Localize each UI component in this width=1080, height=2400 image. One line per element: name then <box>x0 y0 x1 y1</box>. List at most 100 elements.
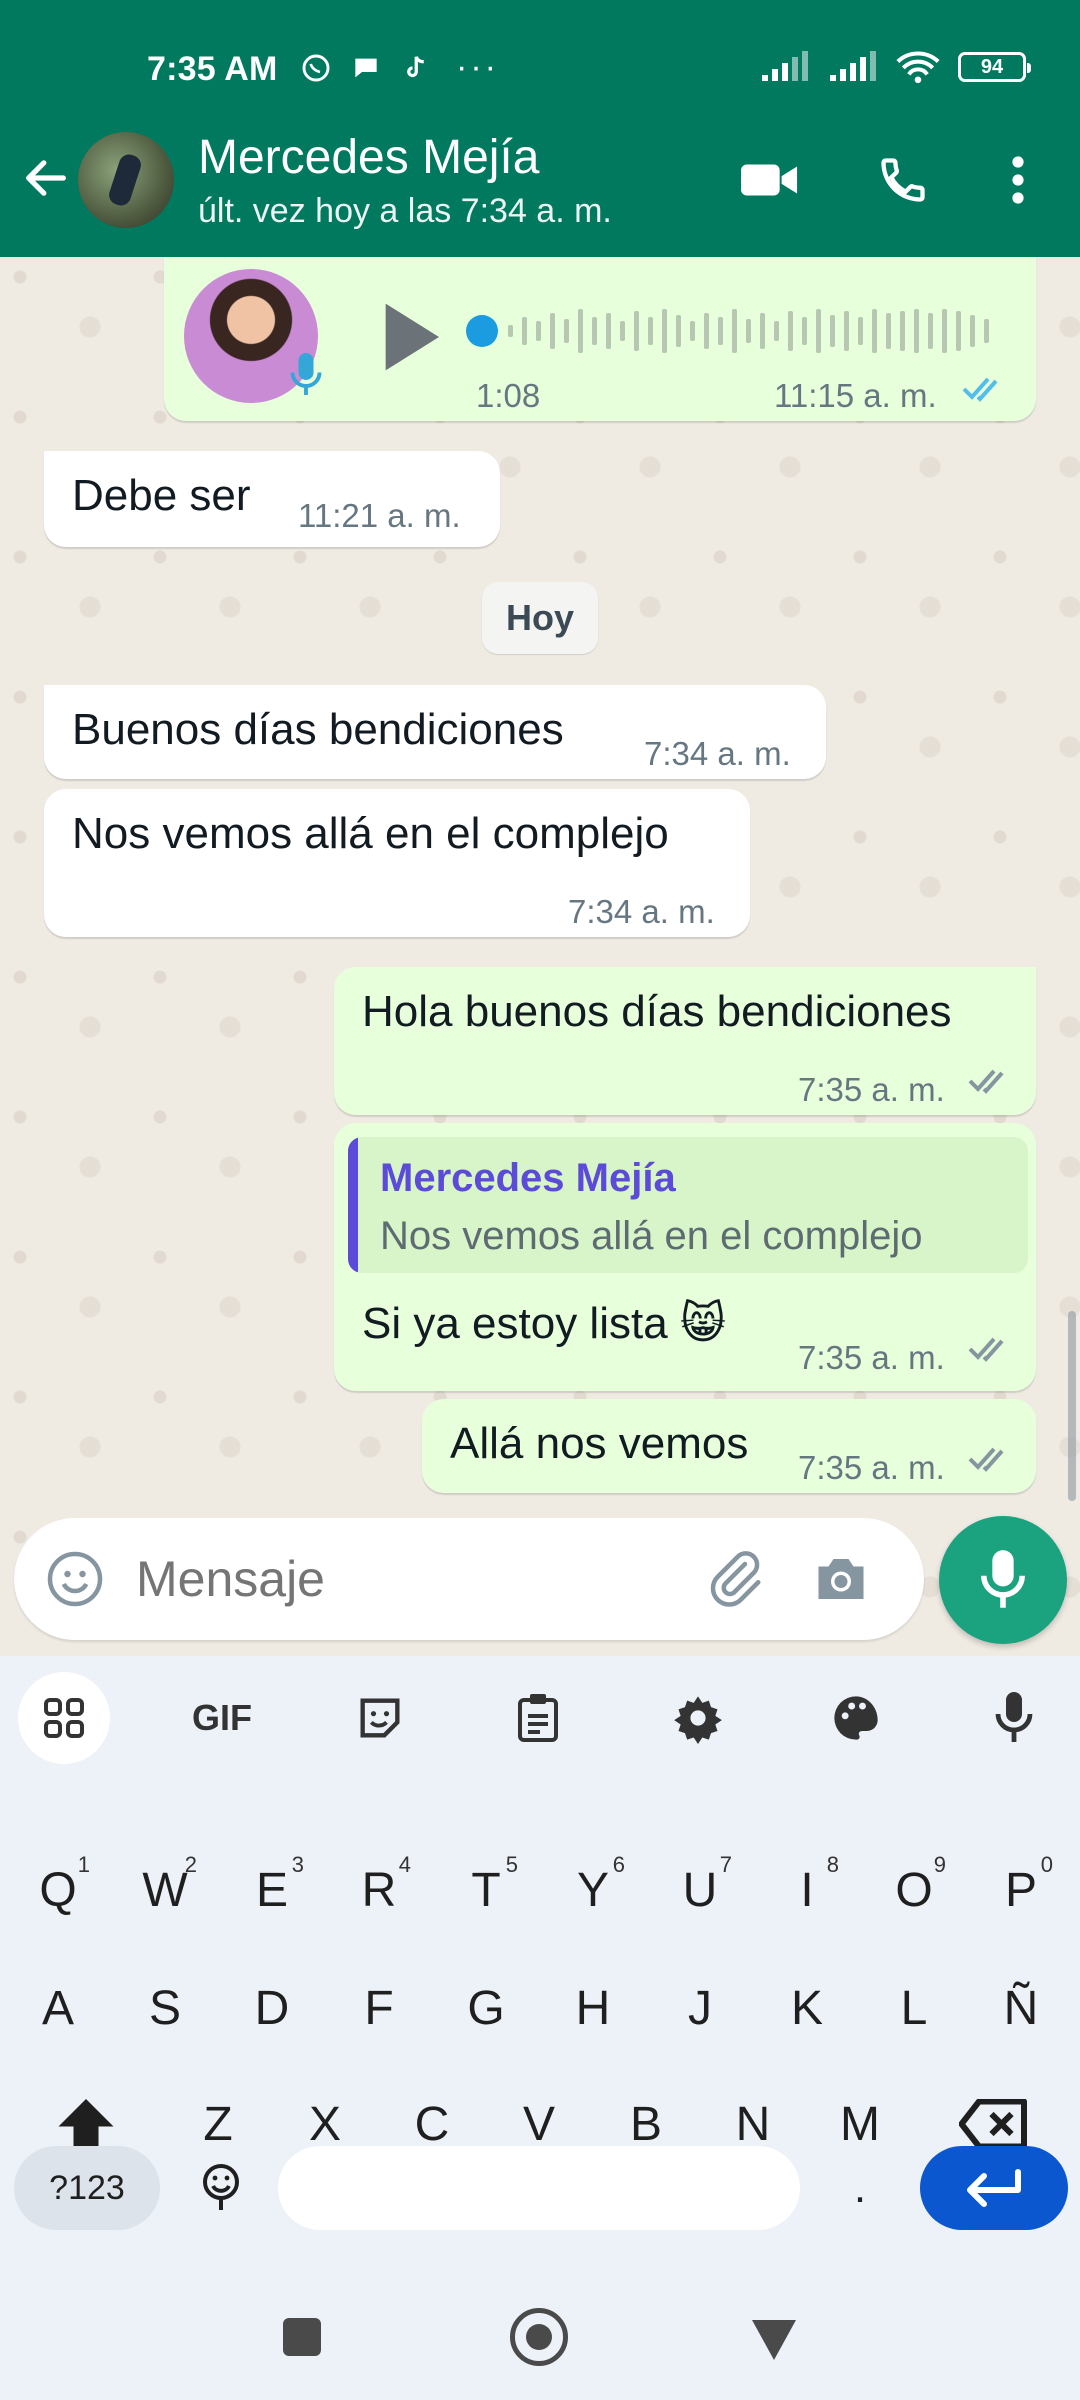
scrollbar[interactable] <box>1068 1311 1076 1501</box>
message-text: Nos vemos allá en el complejo <box>72 809 669 858</box>
key-w[interactable]: W2 <box>115 1840 215 1940</box>
key-d[interactable]: D <box>222 1958 322 2058</box>
key-hint: 4 <box>398 1852 411 1877</box>
sticker-icon[interactable] <box>334 1672 426 1764</box>
mic-icon <box>981 1550 1025 1608</box>
settings-gear-icon[interactable] <box>652 1672 744 1764</box>
key-i[interactable]: I8 <box>757 1840 857 1940</box>
audio-waveform[interactable] <box>464 303 1004 359</box>
chat-header: 7:35 AM ··· 94 Mercedes Mejía últ. vez h… <box>0 0 1080 257</box>
voice-duration: 1:08 <box>476 377 541 414</box>
read-ticks-icon <box>962 377 998 402</box>
key-p[interactable]: P0 <box>971 1840 1071 1940</box>
more-options-icon[interactable] <box>988 150 1048 210</box>
clipboard-icon[interactable] <box>492 1672 584 1764</box>
key-e[interactable]: E3 <box>222 1840 322 1940</box>
key-ñ[interactable]: Ñ <box>971 1958 1071 2058</box>
play-icon[interactable] <box>374 297 444 377</box>
message-list[interactable]: 1:08 11:15 a. m. Debe ser 11:21 a. m. Ho… <box>0 257 1080 1657</box>
quoted-sender: Mercedes Mejía <box>380 1156 676 1200</box>
key-label: L <box>900 1981 928 2035</box>
quote-bar <box>348 1137 358 1273</box>
apps-grid-icon[interactable] <box>18 1672 110 1764</box>
key-j[interactable]: J <box>650 1958 750 2058</box>
message-time: 7:34 a. m. <box>644 735 791 772</box>
outgoing-message[interactable]: Allá nos vemos 7:35 a. m. <box>422 1399 1036 1493</box>
signal-2-icon <box>830 51 876 81</box>
key-hint: 9 <box>933 1852 946 1877</box>
voice-call-icon[interactable] <box>873 150 933 210</box>
space-key[interactable] <box>278 2146 800 2230</box>
key-s[interactable]: S <box>115 1958 215 2058</box>
voice-message-bubble[interactable]: 1:08 11:15 a. m. <box>164 257 1036 421</box>
contact-name[interactable]: Mercedes Mejía <box>198 130 539 185</box>
key-q[interactable]: Q1 <box>8 1840 108 1940</box>
key-hint: 6 <box>612 1852 625 1877</box>
key-label: U <box>682 1863 718 1917</box>
key-label: J <box>688 1981 712 2035</box>
last-seen-status[interactable]: últ. vez hoy a las 7:34 a. m. <box>198 192 612 231</box>
status-time: 7:35 AM <box>147 50 278 88</box>
key-f[interactable]: F <box>329 1958 429 2058</box>
message-text: Si ya estoy lista 😸 <box>362 1299 726 1348</box>
message-composer[interactable] <box>14 1518 924 1640</box>
outgoing-message[interactable]: Hola buenos días bendiciones 7:35 a. m. <box>334 967 1036 1115</box>
incoming-message[interactable]: Nos vemos allá en el complejo 7:34 a. m. <box>44 789 750 937</box>
outgoing-reply-message[interactable]: Mercedes Mejía Nos vemos allá en el comp… <box>334 1123 1036 1391</box>
quoted-message[interactable]: Mercedes Mejía Nos vemos allá en el comp… <box>348 1137 1028 1273</box>
whatsapp-notification-icon <box>302 54 330 81</box>
key-r[interactable]: R4 <box>329 1840 429 1940</box>
message-time: 11:21 a. m. <box>298 497 461 534</box>
period-key[interactable]: . <box>820 2146 900 2230</box>
incoming-message[interactable]: Buenos días bendiciones 7:34 a. m. <box>44 685 826 779</box>
record-voice-button[interactable] <box>939 1516 1067 1644</box>
key-label: B <box>629 2097 662 2151</box>
key-a[interactable]: A <box>8 1958 108 2058</box>
key-label: F <box>364 1981 394 2035</box>
key-label: H <box>575 1981 611 2035</box>
camera-icon[interactable] <box>810 1548 872 1610</box>
notification-icons: ··· <box>300 48 499 87</box>
key-o[interactable]: O9 <box>864 1840 964 1940</box>
message-time: 11:15 a. m. <box>774 377 937 414</box>
delivered-ticks-icon <box>968 1337 1004 1362</box>
emoji-icon[interactable] <box>44 1548 106 1610</box>
emoji-key-icon[interactable] <box>184 2146 258 2230</box>
key-hint: 5 <box>505 1852 518 1877</box>
key-g[interactable]: G <box>436 1958 536 2058</box>
key-label: D <box>254 1981 290 2035</box>
delivered-ticks-icon <box>968 1447 1004 1472</box>
message-text: Buenos días bendiciones <box>72 705 564 754</box>
key-y[interactable]: Y6 <box>543 1840 643 1940</box>
chat-bubble-notification-icon <box>355 58 377 77</box>
video-call-icon[interactable] <box>740 150 800 210</box>
key-l[interactable]: L <box>864 1958 964 2058</box>
key-hint: 7 <box>719 1852 732 1877</box>
symbols-key[interactable]: ?123 <box>14 2146 160 2230</box>
recents-button[interactable] <box>283 2318 321 2356</box>
back-nav-icon[interactable] <box>750 2318 798 2362</box>
key-label: K <box>790 1981 823 2035</box>
voice-typing-icon[interactable] <box>968 1672 1060 1764</box>
message-input[interactable] <box>136 1540 696 1618</box>
message-time: 7:35 a. m. <box>798 1449 945 1486</box>
key-hint: 1 <box>77 1852 90 1877</box>
back-arrow-icon[interactable] <box>20 152 72 204</box>
gif-button[interactable]: GIF <box>176 1672 268 1764</box>
key-h[interactable]: H <box>543 1958 643 2058</box>
key-label: G <box>467 1981 505 2035</box>
enter-arrow-icon <box>967 2169 1021 2207</box>
home-button[interactable] <box>510 2308 568 2366</box>
incoming-message[interactable]: Debe ser 11:21 a. m. <box>44 451 500 547</box>
key-k[interactable]: K <box>757 1958 857 2058</box>
enter-key[interactable] <box>920 2146 1068 2230</box>
attach-icon[interactable] <box>704 1548 766 1610</box>
key-t[interactable]: T5 <box>436 1840 536 1940</box>
key-u[interactable]: U7 <box>650 1840 750 1940</box>
key-label: S <box>148 1981 181 2035</box>
contact-avatar[interactable] <box>78 132 174 228</box>
key-hint: 2 <box>184 1852 197 1877</box>
theme-palette-icon[interactable] <box>810 1672 902 1764</box>
key-label: R <box>361 1863 397 1917</box>
message-text: Allá nos vemos <box>450 1419 749 1468</box>
